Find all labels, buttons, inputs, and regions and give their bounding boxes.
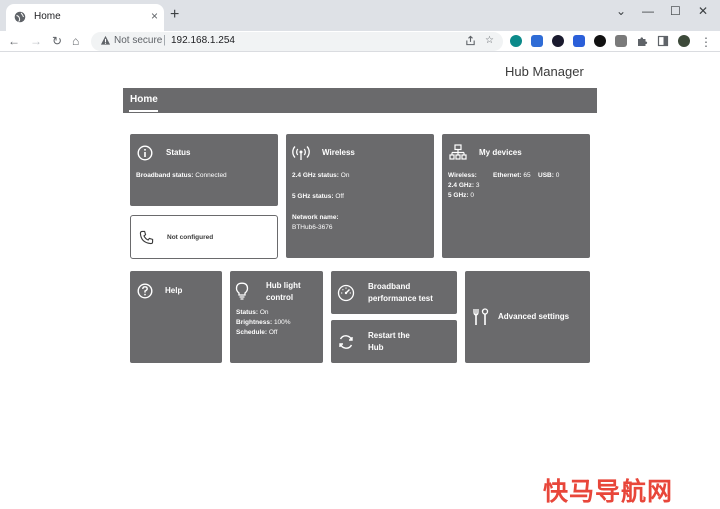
profile-avatar[interactable] — [678, 35, 690, 47]
status-card[interactable]: Status Broadband status: Connected — [130, 134, 278, 206]
maximize-button[interactable]: ☐ — [670, 4, 681, 18]
phone-status-label: Not configured — [167, 234, 214, 241]
network-devices-icon — [449, 144, 467, 160]
tab-search-chevron-icon[interactable]: ⌄ — [616, 4, 626, 18]
browser-tab-strip: Home × + ⌄ — ☐ ✕ — [0, 0, 720, 31]
help-question-icon — [137, 283, 153, 299]
hub-light-title-line1: Hub light — [266, 281, 301, 290]
browser-menu-icon[interactable]: ⋮ — [700, 33, 712, 51]
forward-button[interactable]: → — [30, 32, 42, 50]
advanced-settings-title: Advanced settings — [498, 312, 570, 321]
close-window-button[interactable]: ✕ — [698, 4, 708, 18]
extension-icon-3[interactable] — [552, 35, 564, 47]
security-label: Not secure — [114, 35, 163, 46]
my-devices-card-title: My devices — [479, 148, 522, 157]
help-card-title: Help — [165, 286, 183, 295]
broadband-performance-test-card[interactable]: Broadband performance test — [331, 271, 457, 314]
info-icon — [137, 145, 153, 161]
network-name-label: Network name: — [292, 214, 339, 221]
tools-icon — [473, 308, 489, 325]
broadband-test-line2: performance test — [368, 294, 433, 303]
warning-icon — [100, 35, 111, 45]
browser-tab[interactable]: Home × — [6, 4, 164, 31]
puzzle-extensions-icon[interactable] — [636, 35, 648, 47]
devices-ethernet: Ethernet: 65 — [493, 172, 531, 179]
hub-light-schedule: Schedule: Off — [236, 329, 278, 336]
devices-wireless-label: Wireless: — [448, 172, 477, 179]
bookmark-star-icon[interactable]: ☆ — [485, 35, 494, 46]
phone-card[interactable]: Not configured — [130, 215, 278, 259]
wireless-5ghz-status: 5 GHz status: Off — [292, 193, 344, 200]
side-panel-icon[interactable] — [657, 35, 669, 47]
hub-light-status: Status: On — [236, 309, 269, 316]
home-button[interactable]: ⌂ — [72, 32, 79, 50]
help-card[interactable]: Help — [130, 271, 222, 363]
tab-title: Home — [34, 11, 61, 22]
hub-light-brightness: Brightness: 100% — [236, 319, 291, 326]
nav-home[interactable]: Home — [130, 94, 158, 105]
nav-home-underline — [129, 110, 158, 112]
devices-5ghz: 5 GHz: 0 — [448, 192, 475, 199]
restart-icon — [339, 335, 353, 349]
address-bar[interactable]: Not secure | 192.168.1.254 ☆ — [91, 32, 503, 51]
hub-light-control-card[interactable]: Hub light control Status: On Brightness:… — [230, 271, 323, 363]
watermark-text: 快马导航网 — [543, 477, 674, 506]
new-tab-button[interactable]: + — [170, 7, 179, 23]
share-icon[interactable] — [465, 35, 476, 46]
extension-icon-5[interactable] — [594, 35, 606, 47]
extension-icon-6[interactable] — [615, 35, 627, 47]
extension-icon-4[interactable] — [573, 35, 585, 47]
hub-manager-brand: Hub Manager — [505, 64, 584, 79]
hub-light-title-line2: control — [266, 293, 294, 302]
reload-button[interactable]: ↻ — [52, 32, 62, 50]
omnibox-separator: | — [163, 34, 166, 46]
status-card-title: Status — [166, 148, 191, 157]
devices-usb: USB: 0 — [538, 172, 560, 179]
broadband-status: Broadband status: Connected — [136, 172, 227, 179]
wireless-card-title: Wireless — [322, 148, 355, 157]
top-navigation: Home — [123, 88, 597, 113]
my-devices-card[interactable]: My devices Wireless: Ethernet: 65 USB: 0… — [442, 134, 590, 258]
network-name-value: BTHub6-3676 — [292, 224, 333, 231]
advanced-settings-card[interactable]: Advanced settings — [465, 271, 590, 363]
back-button[interactable]: ← — [8, 32, 20, 50]
tab-close-icon[interactable]: × — [151, 9, 158, 23]
extension-icon-2[interactable] — [531, 35, 543, 47]
globe-icon — [14, 11, 26, 23]
restart-line2: Hub — [368, 343, 384, 352]
wireless-24ghz-status: 2.4 GHz status: On — [292, 172, 350, 179]
phone-icon — [139, 230, 154, 245]
minimize-button[interactable]: — — [642, 4, 654, 18]
url-text[interactable]: 192.168.1.254 — [171, 35, 235, 46]
devices-24ghz: 2.4 GHz: 3 — [448, 182, 480, 189]
lightbulb-icon — [235, 282, 249, 300]
speedometer-icon — [337, 284, 355, 302]
wireless-card[interactable]: Wireless 2.4 GHz status: On 5 GHz status… — [286, 134, 434, 258]
broadband-test-line1: Broadband — [368, 282, 411, 291]
browser-toolbar: ← → ↻ ⌂ Not secure | 192.168.1.254 ☆ ⋮ — [0, 31, 720, 52]
wireless-antenna-icon — [292, 146, 310, 160]
restart-hub-card[interactable]: Restart the Hub — [331, 320, 457, 363]
restart-line1: Restart the — [368, 331, 410, 340]
extension-icon-1[interactable] — [510, 35, 522, 47]
